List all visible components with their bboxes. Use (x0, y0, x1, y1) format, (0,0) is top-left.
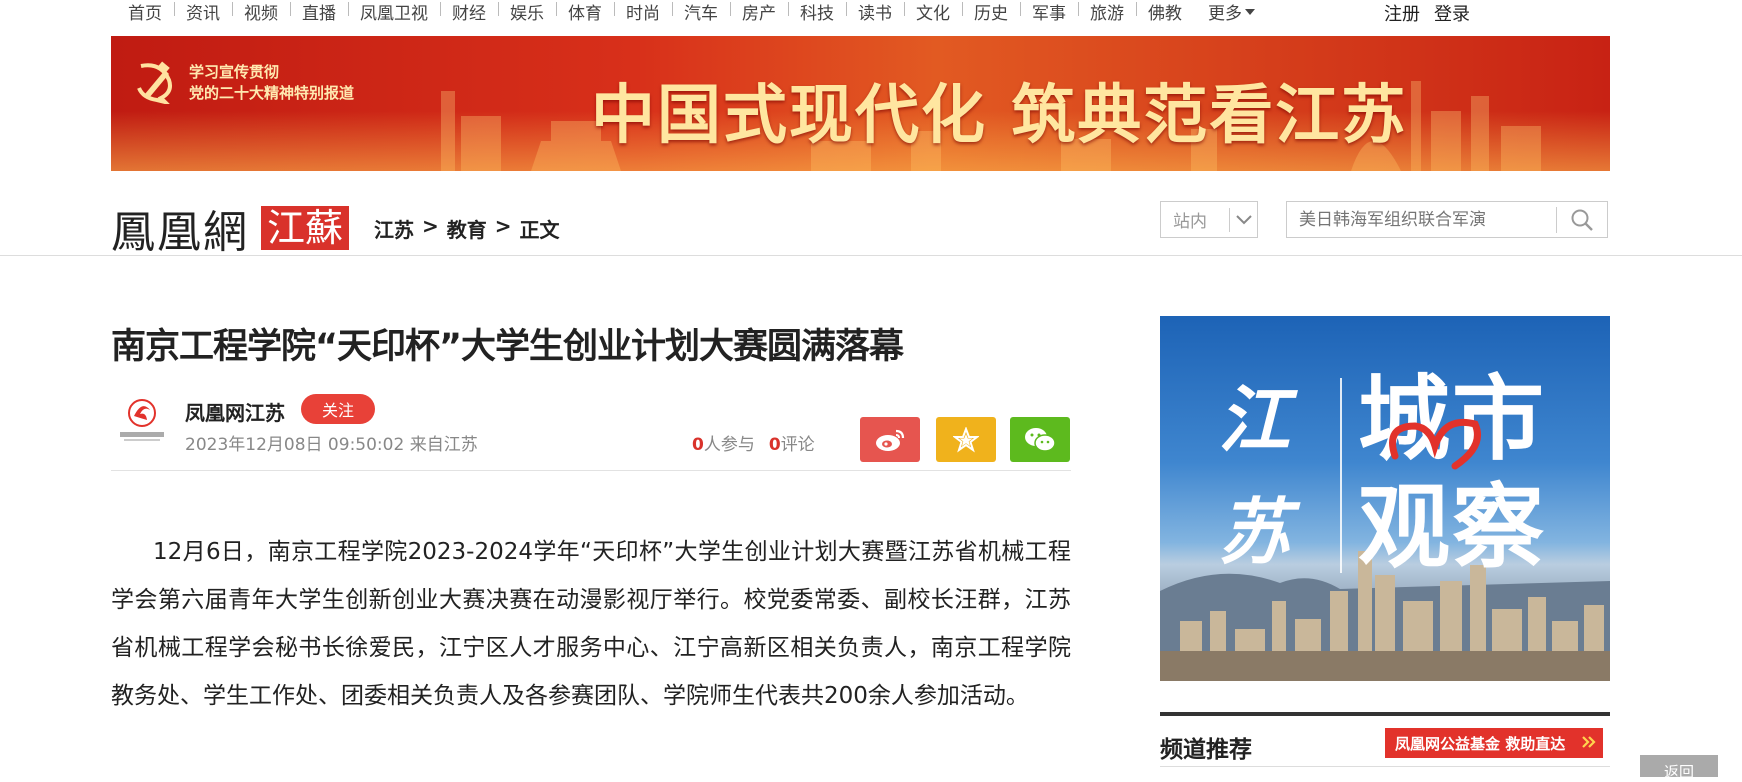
search-scope-label: 站内 (1173, 212, 1207, 232)
nav-item-travel[interactable]: 旅游 (1078, 0, 1136, 24)
wechat-icon (1025, 427, 1056, 452)
search-icon (1571, 209, 1593, 231)
weibo-icon (876, 429, 905, 451)
charity-label: 凤凰网公益基金 救助直达 (1395, 734, 1566, 753)
article-divider (111, 470, 1071, 471)
search-box (1286, 201, 1608, 238)
banner-headline: 中国式现代化 筑典范看江苏 (591, 78, 1408, 153)
recommend-top-border (1160, 712, 1610, 716)
charity-link[interactable]: 凤凰网公益基金 救助直达 (1385, 728, 1603, 758)
article-source: 来自江苏 (409, 435, 478, 455)
search-input[interactable] (1287, 202, 1556, 237)
top-nav: 首页 资讯 视频 直播 凤凰卫视 财经 娱乐 体育 时尚 汽车 房产 科技 读书… (128, 0, 1267, 24)
article-title: 南京工程学院“天印杯”大学生创业计划大赛圆满落幕 (111, 327, 904, 367)
share-wechat-button[interactable] (1010, 417, 1070, 462)
nav-item-house[interactable]: 房产 (730, 0, 788, 24)
breadcrumb-current: 正文 (519, 218, 560, 242)
banner-subtitle: 学习宣传贯彻 党的二十大精神特别报道 (189, 62, 354, 104)
nav-item-sports[interactable]: 体育 (556, 0, 614, 24)
article-stats: 0人参与 0评论 (692, 430, 815, 455)
comments-count: 0 (768, 435, 781, 455)
participants-link[interactable]: 0人参与 (692, 430, 755, 455)
logo-region: 江蘇 (261, 206, 350, 250)
recommend-title: 频道推荐 (1160, 737, 1252, 763)
nav-item-history[interactable]: 历史 (962, 0, 1020, 24)
publish-date: 2023年12月08日 09:50:02 (185, 435, 405, 455)
nav-more-label: 更多 (1208, 3, 1242, 24)
breadcrumb-separator: > (494, 214, 512, 238)
search-button[interactable] (1557, 202, 1607, 237)
nav-item-tech[interactable]: 科技 (788, 0, 846, 24)
party-emblem-icon (137, 61, 172, 104)
nav-item-entertainment[interactable]: 娱乐 (498, 0, 556, 24)
breadcrumb-education[interactable]: 教育 (447, 214, 487, 243)
heart-brush-icon (1389, 418, 1481, 470)
participants-count: 0 (692, 435, 704, 455)
recommend-divider (1160, 766, 1610, 767)
caret-down-icon (1245, 9, 1255, 15)
nav-item-culture[interactable]: 文化 (904, 0, 962, 24)
auth-links: 注册 登录 (1384, 0, 1470, 26)
participants-label: 人参与 (703, 435, 755, 455)
author-name[interactable]: 凤凰网江苏 (185, 397, 285, 426)
logo-text: 鳳凰網 (111, 207, 249, 258)
breadcrumb-jiangsu[interactable]: 江苏 (374, 214, 414, 243)
promo-left-text: 江苏 (1218, 377, 1291, 574)
breadcrumb-separator: > (422, 214, 439, 238)
article-body: 12月6日，南京工程学院2023-2024学年“天印杯”大学生创业计划大赛暨江苏… (111, 539, 1071, 709)
author-avatar[interactable] (116, 396, 168, 446)
campaign-banner[interactable]: 学习宣传贯彻 党的二十大精神特别报道 中国式现代化 筑典范看江苏 (111, 36, 1610, 171)
nav-item-fashion[interactable]: 时尚 (614, 0, 672, 24)
back-button[interactable]: 返回 (1640, 755, 1718, 781)
nav-item-phoenix-tv[interactable]: 凤凰卫视 (348, 0, 440, 24)
nav-item-video[interactable]: 视频 (232, 0, 290, 24)
comments-label: 评论 (780, 435, 815, 455)
nav-item-finance[interactable]: 财经 (440, 0, 498, 24)
comments-link[interactable]: 0评论 (769, 430, 815, 455)
register-link[interactable]: 注册 (1384, 0, 1420, 26)
article-meta: 2023年12月08日 09:50:02 来自江苏 (185, 430, 478, 455)
favorite-button[interactable] (936, 417, 996, 462)
follow-button[interactable]: 关注 (301, 394, 375, 424)
promo-divider (1340, 378, 1342, 573)
double-chevron-right-icon (1581, 734, 1597, 753)
login-link[interactable]: 登录 (1434, 0, 1470, 26)
nav-item-live[interactable]: 直播 (290, 0, 348, 24)
site-logo[interactable]: 鳳凰網 江蘇 (111, 196, 350, 260)
promo-city-observation[interactable]: 江苏 城市观察 (1160, 316, 1610, 681)
nav-item-auto[interactable]: 汽车 (672, 0, 730, 24)
header-divider (0, 255, 1742, 256)
nav-item-home[interactable]: 首页 (128, 0, 174, 24)
banner-subtitle-line2: 党的二十大精神特别报道 (189, 84, 355, 102)
chevron-down-icon (1230, 214, 1257, 226)
nav-more-menu[interactable]: 更多 (1194, 0, 1267, 24)
nav-item-books[interactable]: 读书 (846, 0, 904, 24)
nav-item-buddhism[interactable]: 佛教 (1136, 0, 1194, 24)
nav-item-military[interactable]: 军事 (1020, 0, 1078, 24)
nav-item-news[interactable]: 资讯 (174, 0, 232, 24)
star-icon (953, 426, 979, 453)
banner-subtitle-line1: 学习宣传贯彻 (189, 63, 280, 81)
share-weibo-button[interactable] (860, 417, 920, 462)
search-scope-select[interactable]: 站内 (1160, 201, 1258, 238)
breadcrumb: 江苏 > 教育 > 正文 (374, 214, 560, 243)
